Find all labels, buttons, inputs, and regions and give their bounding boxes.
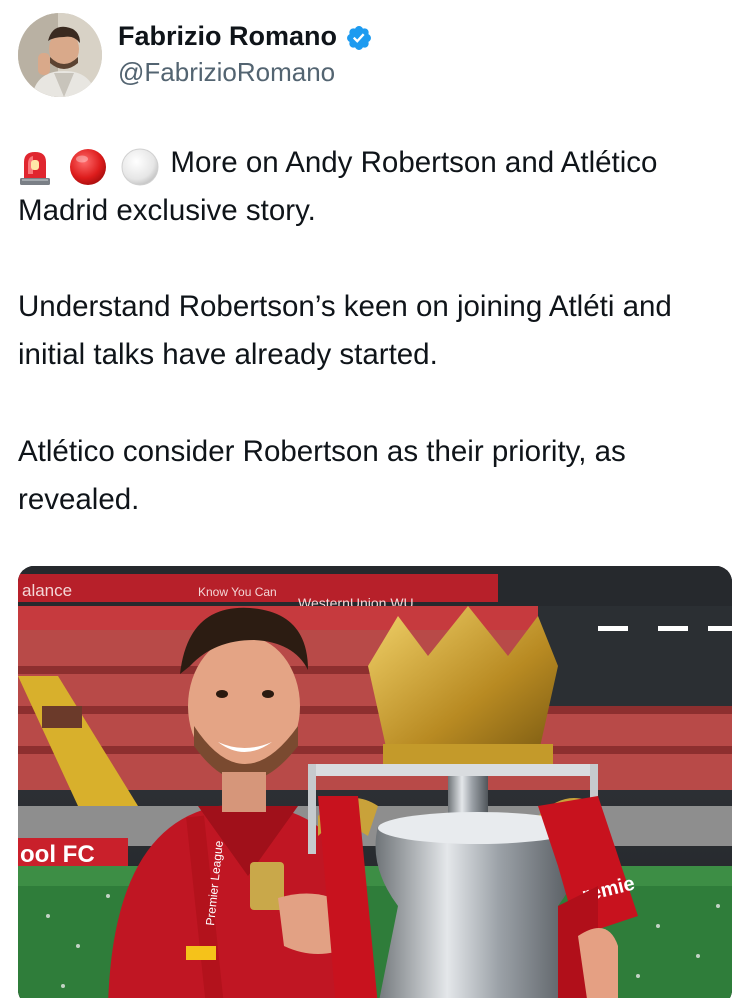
avatar-image [18,13,102,97]
tweet-card: Fabrizio Romano @FabrizioRomano More on … [0,0,750,998]
avatar[interactable] [18,13,102,97]
author-name[interactable]: Fabrizio Romano [118,21,337,52]
stadium-sign-text: ool FC [20,841,95,868]
tweet-text-paragraph-2: Understand Robertson’s keen on joining A… [18,290,672,371]
verified-badge-icon [347,26,371,50]
police-light-icon [20,152,50,186]
white-circle-icon [121,148,159,186]
trophy-photo: alance Know You Can WesternUnion WU ool … [18,566,732,998]
tweet-text-paragraph-1: More on Andy Robertson and Atlético Madr… [18,139,733,235]
ad-board-text-2: Know You Can [198,585,277,599]
tweet-text-paragraph-3: Atlético consider Robertson as their pri… [18,435,626,516]
tweet-media-image[interactable]: alance Know You Can WesternUnion WU ool … [18,566,732,998]
ad-board-text-1: alance [22,581,72,600]
red-circle-icon [70,149,107,186]
author-handle[interactable]: @FabrizioRomano [118,57,335,88]
emoji-group [18,139,160,187]
